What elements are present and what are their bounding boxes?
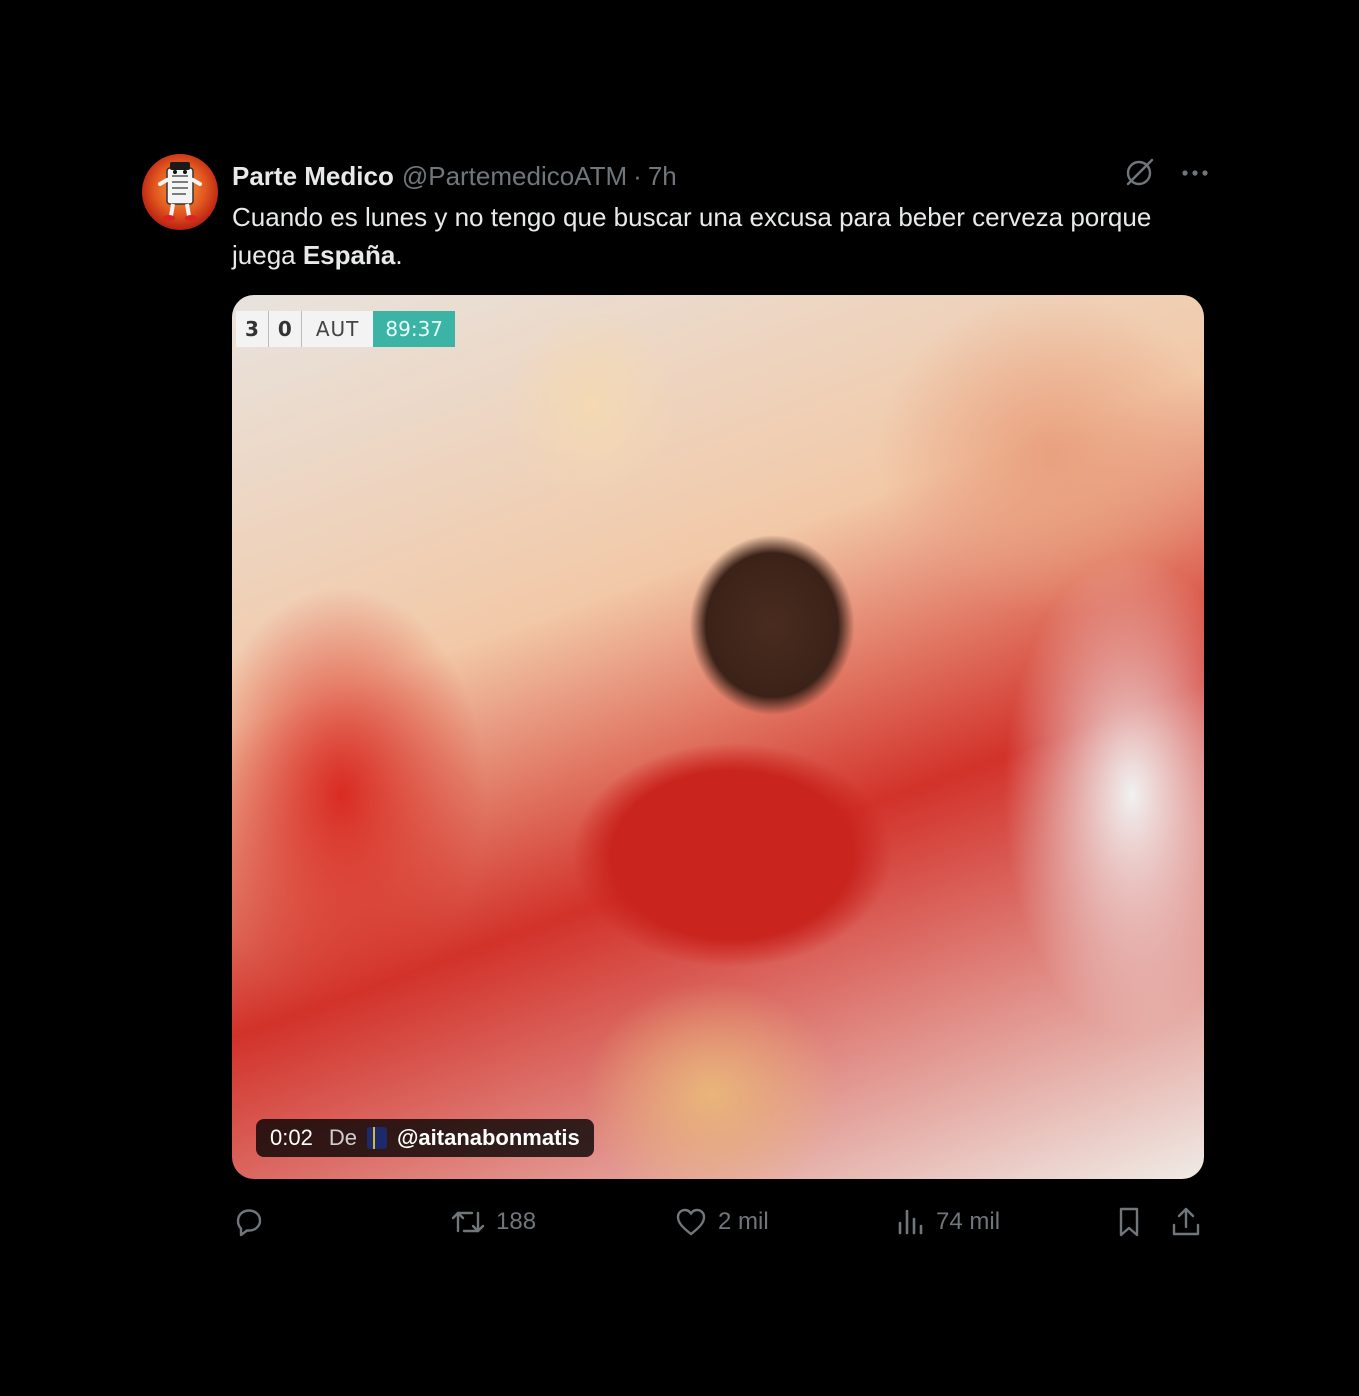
score-away: 0 (268, 311, 302, 347)
tweet-header: Parte Medico @PartemedicoATM · 7h (232, 158, 677, 194)
team-label: AUT (301, 311, 374, 347)
bookmark-button[interactable] (1114, 1200, 1144, 1244)
tweet-text-bold[interactable]: España (303, 240, 396, 270)
like-button[interactable]: 2 mil (674, 1200, 769, 1244)
like-count: 2 mil (718, 1208, 769, 1235)
heart-icon (674, 1205, 708, 1239)
tweet-top-actions (1122, 156, 1210, 190)
scoreboard-overlay: 3 0 AUT 89:37 (236, 311, 456, 347)
match-clock: 89:37 (373, 311, 456, 347)
views-button[interactable]: 74 mil (896, 1200, 1000, 1244)
reply-button[interactable] (232, 1200, 266, 1244)
share-icon (1170, 1205, 1202, 1239)
grok-icon[interactable] (1122, 156, 1156, 190)
separator-dot: · (633, 160, 642, 191)
score-home: 3 (236, 311, 269, 347)
avatar[interactable] (142, 154, 218, 230)
author-handle[interactable]: @PartemedicoATM (402, 161, 627, 192)
video-attribution[interactable]: 0:02 De @aitanabonmatis (256, 1119, 594, 1157)
retweet-count: 188 (496, 1208, 537, 1235)
views-count: 74 mil (936, 1208, 1001, 1235)
video-player[interactable]: 3 0 AUT 89:37 0:02 De @aitanabonmatis (232, 295, 1204, 1179)
retweet-icon (450, 1205, 486, 1239)
source-user[interactable]: @aitanabonmatis (397, 1125, 580, 1151)
from-label: De (328, 1125, 357, 1150)
bookmark-icon (1114, 1205, 1144, 1239)
views-chart-icon (896, 1205, 926, 1239)
retweet-button[interactable]: 188 (450, 1200, 536, 1244)
tweet-actions: 188 2 mil 74 mil (232, 1200, 1204, 1244)
avatar-mascot-image (158, 162, 202, 221)
reply-icon (232, 1205, 266, 1239)
source-avatar-icon (366, 1127, 387, 1149)
more-options-icon[interactable] (1180, 158, 1210, 188)
author-name[interactable]: Parte Medico (232, 161, 394, 192)
share-button[interactable] (1170, 1200, 1202, 1244)
video-time: 0:02 (270, 1125, 313, 1150)
tweet-text-end: . (395, 240, 403, 270)
tweet-text: Cuando es lunes y no tengo que buscar un… (232, 198, 1192, 274)
tweet-time[interactable]: 7h (648, 161, 677, 192)
